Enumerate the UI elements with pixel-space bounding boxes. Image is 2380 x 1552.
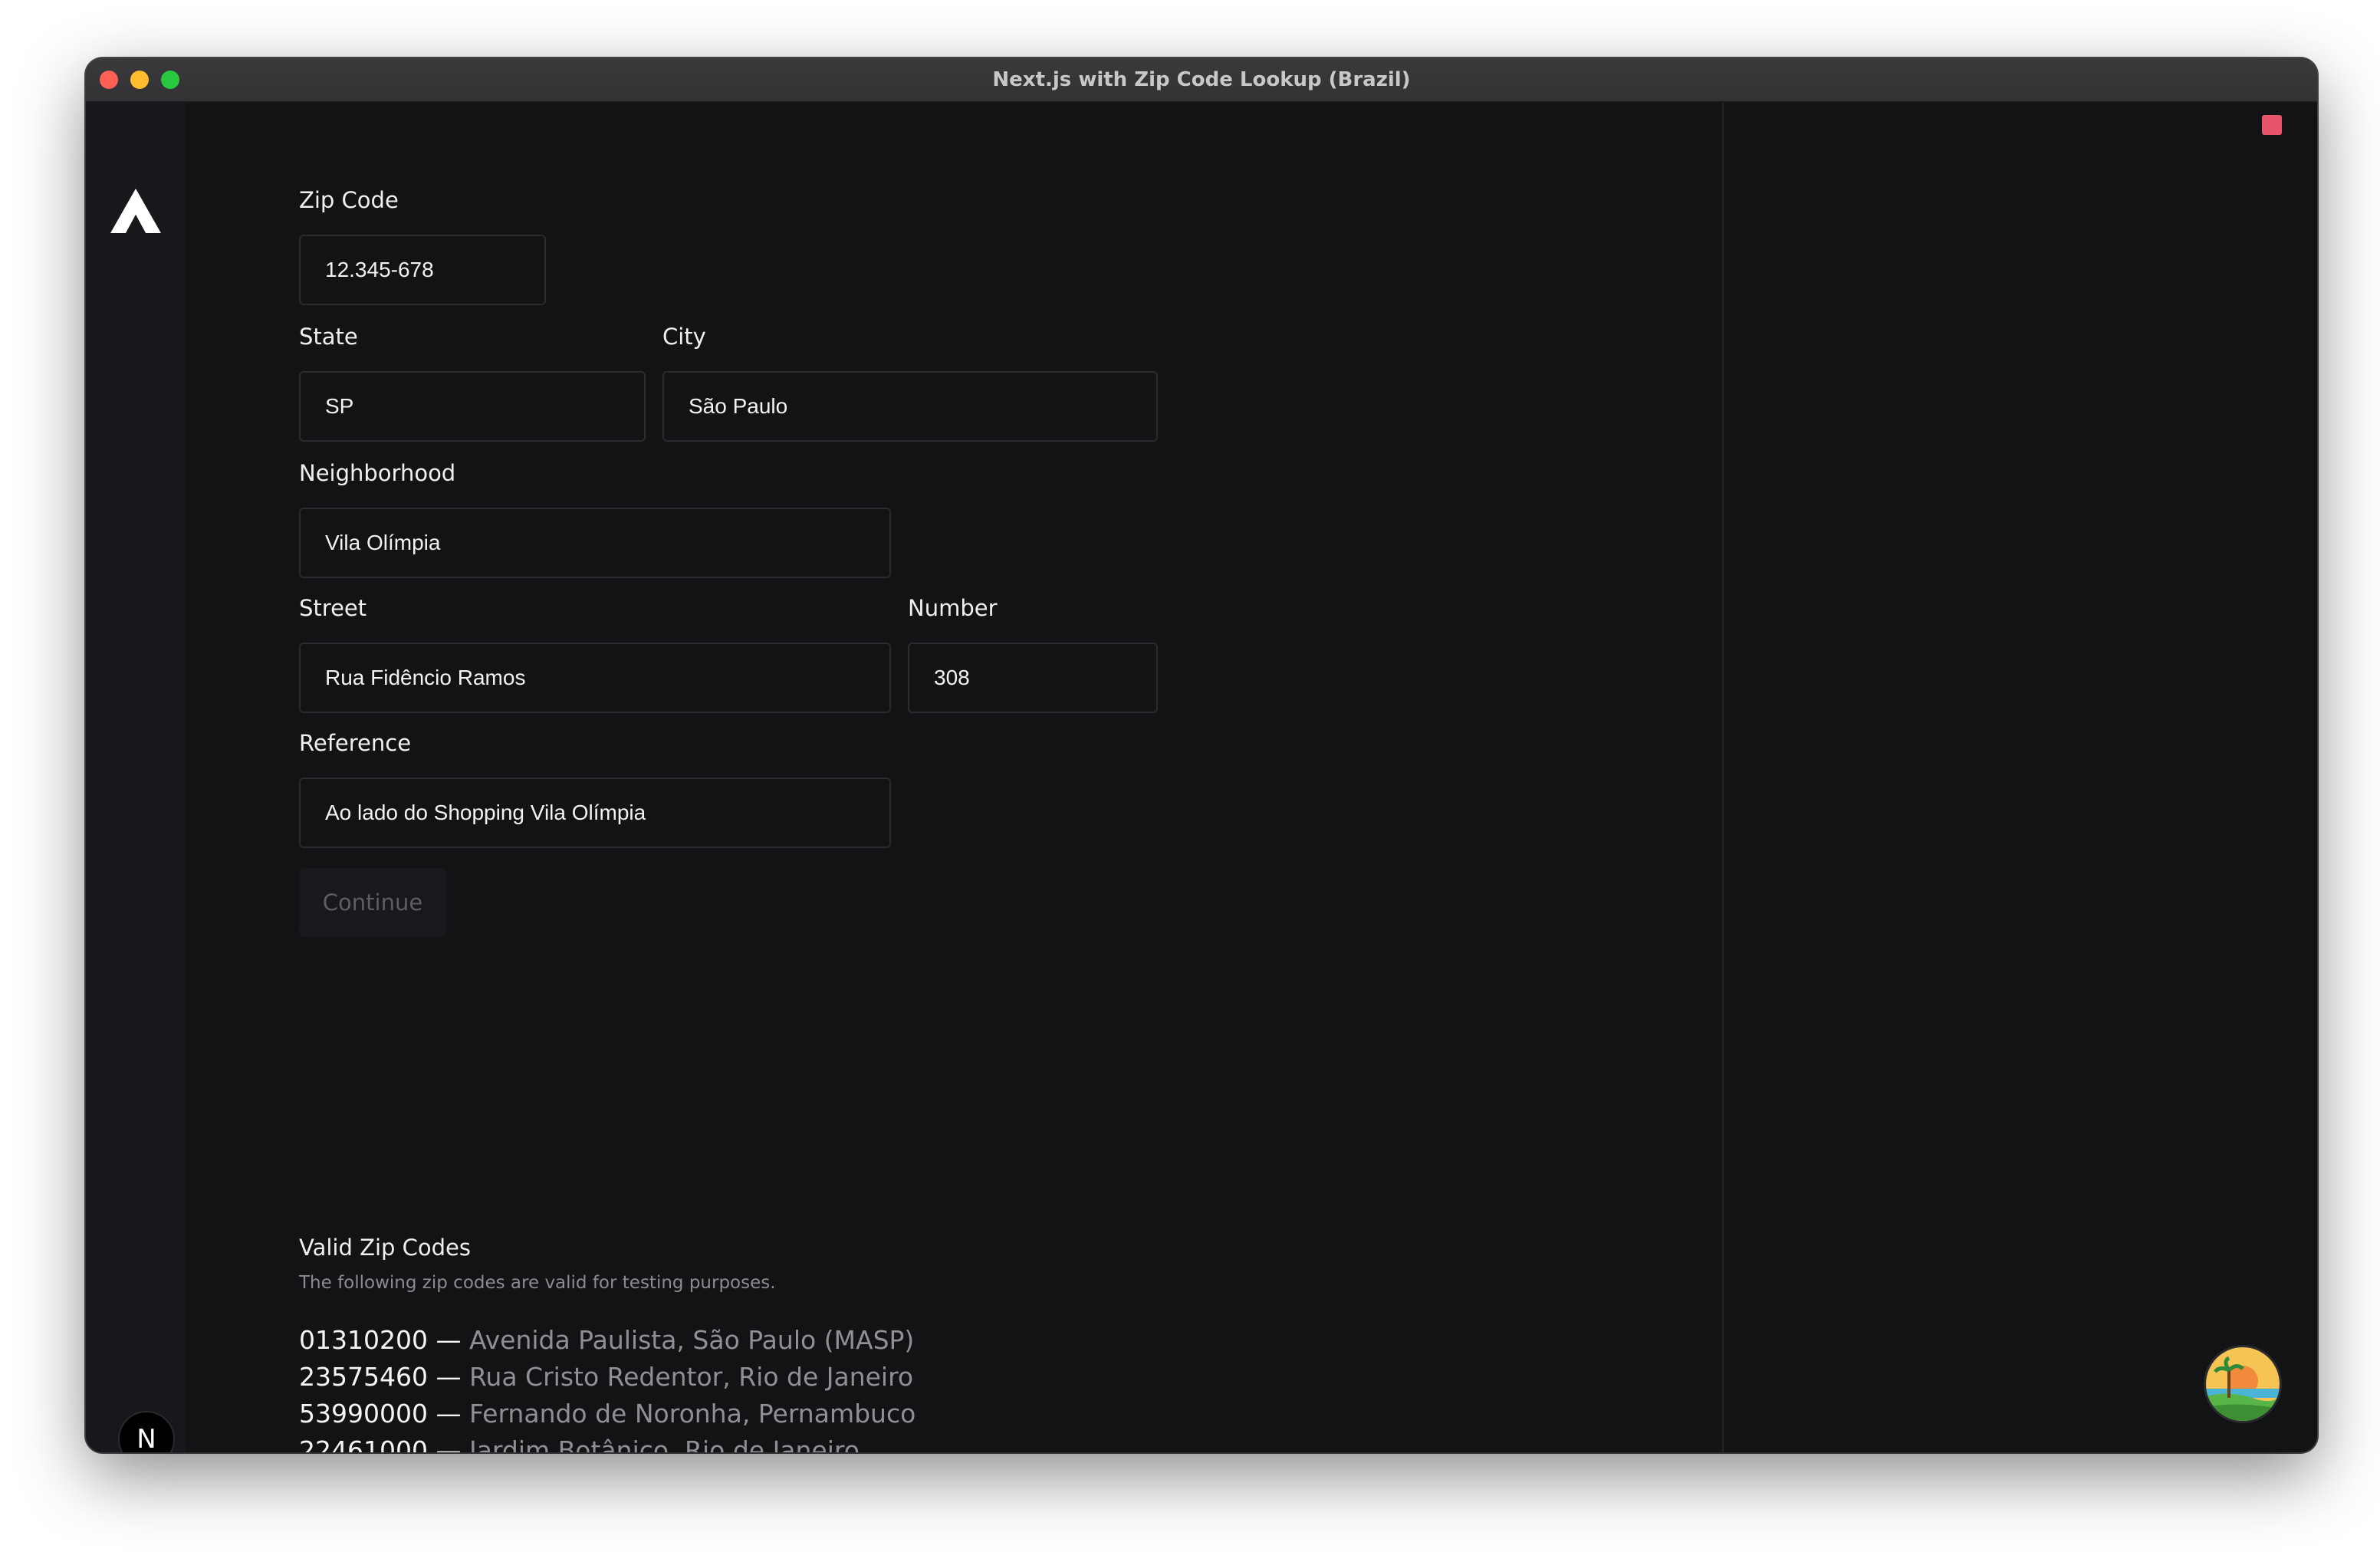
separator: — — [436, 1325, 462, 1355]
zip-code-value: 01310200 — [299, 1325, 428, 1355]
panel-divider — [1722, 103, 1724, 1452]
street-input[interactable] — [299, 643, 891, 713]
title-bar: Next.js with Zip Code Lookup (Brazil) — [86, 58, 2317, 103]
street-label: Street — [299, 595, 367, 621]
sidebar: N — [86, 103, 186, 1452]
state-label: State — [299, 324, 358, 350]
list-item[interactable]: 23575460 — Rua Cristo Redentor, Rio de J… — [299, 1359, 916, 1396]
neighborhood-label: Neighborhood — [299, 460, 456, 486]
avatar[interactable] — [2204, 1345, 2282, 1423]
zip-place: Jardim Botânico, Rio de Janeiro — [468, 1435, 860, 1452]
number-input[interactable] — [908, 643, 1158, 713]
main-content: Zip Code State City Neighborhood Street … — [186, 103, 1719, 1452]
list-item[interactable]: 01310200 — Avenida Paulista, São Paulo (… — [299, 1322, 916, 1359]
valid-zip-codes-subtitle: The following zip codes are valid for te… — [299, 1273, 776, 1293]
reference-input[interactable] — [299, 778, 891, 848]
valid-zip-codes-list: 01310200 — Avenida Paulista, São Paulo (… — [299, 1322, 916, 1452]
neighborhood-input[interactable] — [299, 508, 891, 578]
zip-place: Rua Cristo Redentor, Rio de Janeiro — [468, 1362, 914, 1392]
list-item[interactable]: 53990000 — Fernando de Noronha, Pernambu… — [299, 1396, 916, 1432]
reference-label: Reference — [299, 730, 412, 756]
zip-place: Fernando de Noronha, Pernambuco — [468, 1399, 916, 1429]
window-title: Next.js with Zip Code Lookup (Brazil) — [992, 68, 1411, 91]
triangle-logo-icon[interactable] — [110, 189, 161, 238]
zip-code-value: 22461000 — [299, 1435, 428, 1452]
beach-avatar-icon — [2206, 1347, 2280, 1421]
state-input[interactable] — [299, 371, 646, 442]
separator: — — [436, 1435, 462, 1452]
status-indicator[interactable] — [2262, 115, 2282, 135]
separator: — — [436, 1399, 462, 1429]
city-label: City — [662, 324, 706, 350]
app-window: Next.js with Zip Code Lookup (Brazil) N … — [86, 58, 2317, 1452]
nextjs-badge-button[interactable]: N — [118, 1411, 175, 1452]
zip-code-value: 23575460 — [299, 1362, 428, 1392]
zip-code-value: 53990000 — [299, 1399, 428, 1429]
continue-button[interactable]: Continue — [299, 868, 446, 937]
valid-zip-codes-title: Valid Zip Codes — [299, 1235, 471, 1261]
zip-code-label: Zip Code — [299, 187, 399, 213]
number-label: Number — [908, 595, 998, 621]
list-item[interactable]: 22461000 — Jardim Botânico, Rio de Janei… — [299, 1432, 916, 1452]
zip-code-input[interactable] — [299, 235, 546, 305]
zip-place: Avenida Paulista, São Paulo (MASP) — [468, 1325, 915, 1355]
separator: — — [436, 1362, 462, 1392]
city-input[interactable] — [662, 371, 1158, 442]
